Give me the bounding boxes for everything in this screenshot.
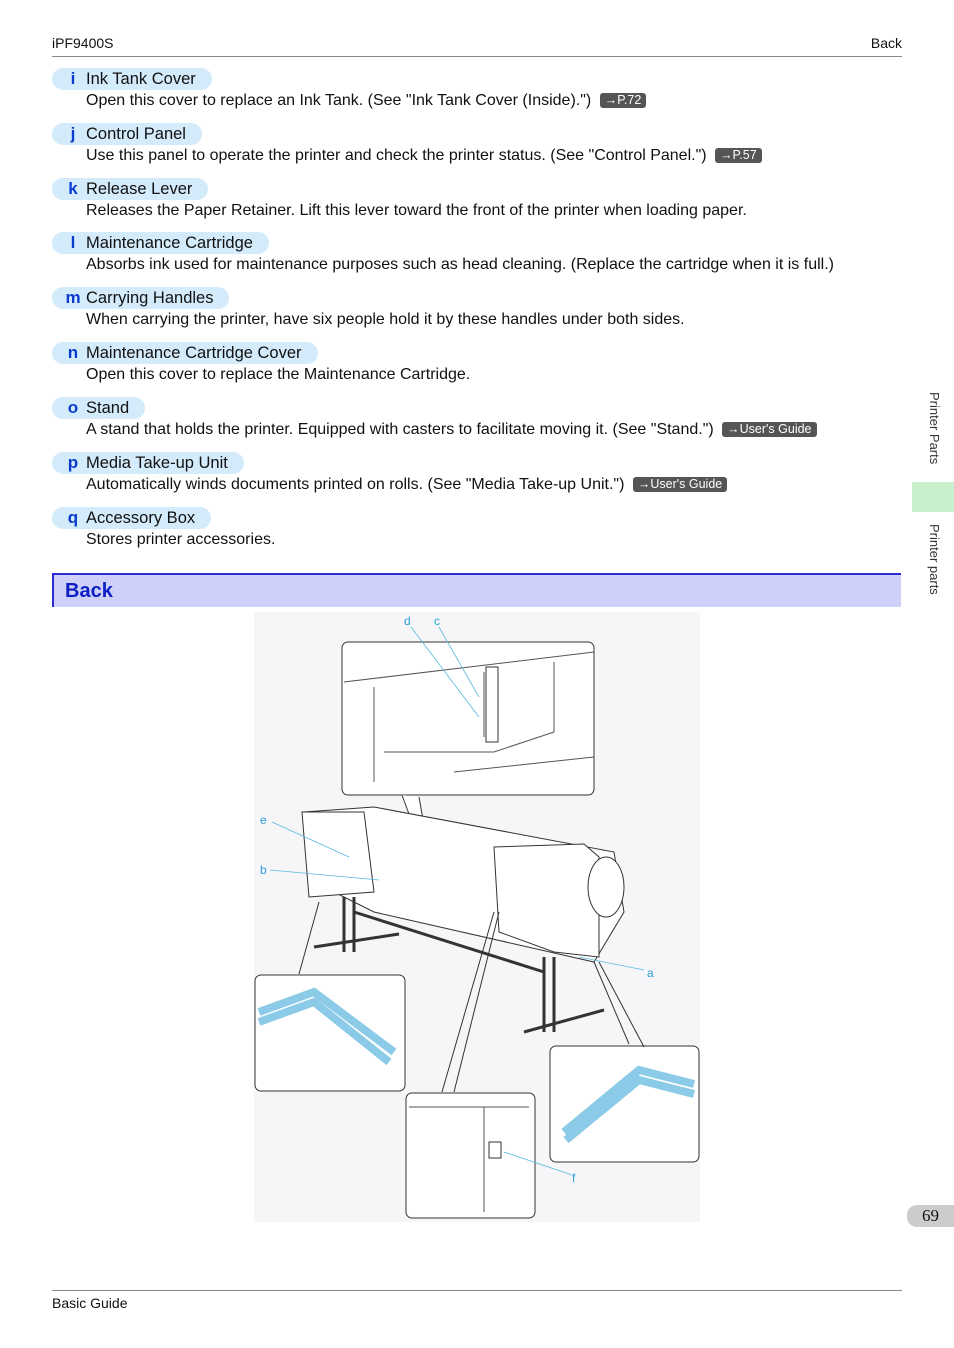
part-title: Stand <box>86 398 130 417</box>
label-d: d <box>404 614 411 628</box>
part-description: Open this cover to replace an Ink Tank. … <box>86 92 647 110</box>
part-title: Maintenance Cartridge <box>86 233 253 252</box>
part-heading: p Media Take-up Unit <box>52 452 244 474</box>
part-heading: n Maintenance Cartridge Cover <box>52 342 318 364</box>
part-letter: m <box>65 288 81 307</box>
reference-link[interactable]: →P.72 <box>599 93 647 108</box>
part-title: Carrying Handles <box>86 288 214 307</box>
detail-inset-bottom <box>405 1092 536 1219</box>
description-text: Open this cover to replace the Maintenan… <box>86 366 471 383</box>
part-item: n Maintenance Cartridge Cover Open this co… <box>52 342 470 384</box>
part-item: k Release Lever Releases the Paper Retaine… <box>52 178 747 220</box>
sidebar-tab-marker <box>912 482 954 512</box>
section-title: Back <box>65 580 113 602</box>
label-c: c <box>434 614 440 628</box>
part-description: Releases the Paper Retainer. Lift this l… <box>86 202 747 220</box>
part-heading: l Maintenance Cartridge <box>52 232 269 254</box>
description-text: Open this cover to replace an Ink Tank. … <box>86 92 592 109</box>
sidebar-subsection[interactable]: Printer parts <box>927 524 942 595</box>
description-text: Automatically winds documents printed on… <box>86 476 625 493</box>
printer-back-illustration: d c e b a f <box>254 612 700 1222</box>
label-e: e <box>260 813 267 827</box>
part-heading: j Control Panel <box>52 123 202 145</box>
reference-link[interactable]: →P.57 <box>715 148 762 163</box>
description-text: Releases the Paper Retainer. Lift this l… <box>86 202 747 219</box>
part-description: Use this panel to operate the printer an… <box>86 147 762 165</box>
label-b: b <box>260 863 267 877</box>
part-heading: o Stand <box>52 397 146 419</box>
description-text: Use this panel to operate the printer an… <box>86 147 707 164</box>
reference-link[interactable]: →User's Guide <box>722 422 817 437</box>
detail-inset-left <box>254 974 406 1092</box>
description-text: Stores printer accessories. <box>86 531 276 548</box>
part-letter: q <box>67 508 79 527</box>
part-description: Automatically winds documents printed on… <box>86 476 728 494</box>
part-title: Release Lever <box>86 179 193 198</box>
part-item: o Stand A stand that holds the printer. Eq… <box>52 397 817 439</box>
part-title: Accessory Box <box>86 508 196 527</box>
description-text: Absorbs ink used for maintenance purpose… <box>86 256 834 273</box>
page: iPF9400S Back i Ink Tank Cover Open this co… <box>0 0 954 1348</box>
part-item: i Ink Tank Cover Open this cover to replac… <box>52 68 647 110</box>
section-heading: Back <box>52 573 901 607</box>
description-text: When carrying the printer, have six peop… <box>86 311 685 328</box>
part-heading: i Ink Tank Cover <box>52 68 212 90</box>
model-name: iPF9400S <box>52 35 114 51</box>
part-title: Maintenance Cartridge Cover <box>86 343 302 362</box>
part-description: When carrying the printer, have six peop… <box>86 311 685 329</box>
detail-inset-top <box>341 641 595 796</box>
part-item: m Carrying Handles When carrying the print… <box>52 287 685 329</box>
part-item: q Accessory Box Stores printer accessories… <box>52 507 275 549</box>
sidebar-chapter[interactable]: Printer Parts <box>927 392 942 464</box>
part-letter: o <box>67 398 79 417</box>
part-description: Absorbs ink used for maintenance purpose… <box>86 256 834 274</box>
page-header: iPF9400S Back <box>52 35 902 57</box>
part-letter: i <box>70 69 76 88</box>
reference-link[interactable]: →User's Guide <box>632 477 728 492</box>
part-description: Stores printer accessories. <box>86 531 275 549</box>
part-description: Open this cover to replace the Maintenan… <box>86 366 470 384</box>
part-description: A stand that holds the printer. Equipped… <box>86 421 817 439</box>
part-item: p Media Take-up Unit Automatically winds d… <box>52 452 728 494</box>
part-heading: q Accessory Box <box>52 507 212 529</box>
part-title: Media Take-up Unit <box>86 453 228 472</box>
page-number: 69 <box>907 1205 954 1227</box>
footer: Basic Guide <box>52 1290 902 1311</box>
part-heading: k Release Lever <box>52 178 209 200</box>
part-item: j Control Panel Use this panel to operate … <box>52 123 762 165</box>
part-letter: j <box>70 124 76 143</box>
part-heading: m Carrying Handles <box>52 287 230 309</box>
part-letter: p <box>67 453 79 472</box>
part-title: Control Panel <box>86 124 186 143</box>
part-letter: l <box>70 233 76 252</box>
header-section: Back <box>870 35 902 51</box>
part-item: l Maintenance Cartridge Absorbs ink used f… <box>52 232 834 274</box>
part-letter: n <box>67 343 79 362</box>
part-title: Ink Tank Cover <box>86 69 196 88</box>
part-letter: k <box>68 179 78 198</box>
description-text: A stand that holds the printer. Equipped… <box>86 421 714 438</box>
detail-inset-right <box>549 1045 700 1163</box>
label-a: a <box>647 966 654 980</box>
